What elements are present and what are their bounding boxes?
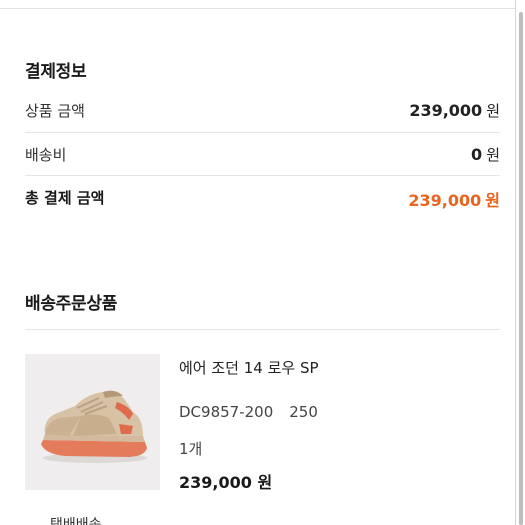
currency-unit: 원 [485,191,500,210]
product-options: DC9857-200 250 [179,403,318,421]
delivery-method-label: 택배배송 [50,517,102,525]
next-section-peek: 택배배송 [50,514,102,525]
product-amount-label: 상품 금액 [25,102,85,120]
product-image[interactable] [25,354,160,490]
total-amount-value: 239,000 원 [408,187,500,211]
total-amount-label: 총 결제 금액 [25,189,105,207]
product-price: 239,000 원 [179,473,273,492]
product-amount-value: 239,000 원 [409,100,500,121]
sneaker-image-icon [25,354,160,490]
product-name[interactable]: 에어 조던 14 로우 SP [179,357,319,378]
scrollbar[interactable] [515,0,525,525]
product-quantity: 1개 [179,440,203,458]
shipping-fee-value: 0원 [471,144,500,165]
divider [25,329,500,330]
shipping-fee-row: 배송비 0원 [25,133,500,176]
product-size: 250 [289,403,318,421]
currency-unit: 원 [486,146,500,164]
shipping-items-title: 배송주문상품 [25,294,118,314]
total-amount-row: 총 결제 금액 239,000 원 [25,176,500,219]
product-amount-number: 239,000 [409,101,483,120]
payment-info-title: 결제정보 [25,62,87,82]
total-amount-number: 239,000 [408,191,482,210]
currency-unit: 원 [486,102,500,120]
scrollbar-thumb[interactable] [519,12,523,525]
shipping-fee-number: 0 [471,145,483,164]
product-model-number: DC9857-200 [179,403,274,421]
product-amount-row: 상품 금액 239,000 원 [25,89,500,132]
top-header-edge [0,0,515,9]
shipping-fee-label: 배송비 [25,146,67,164]
